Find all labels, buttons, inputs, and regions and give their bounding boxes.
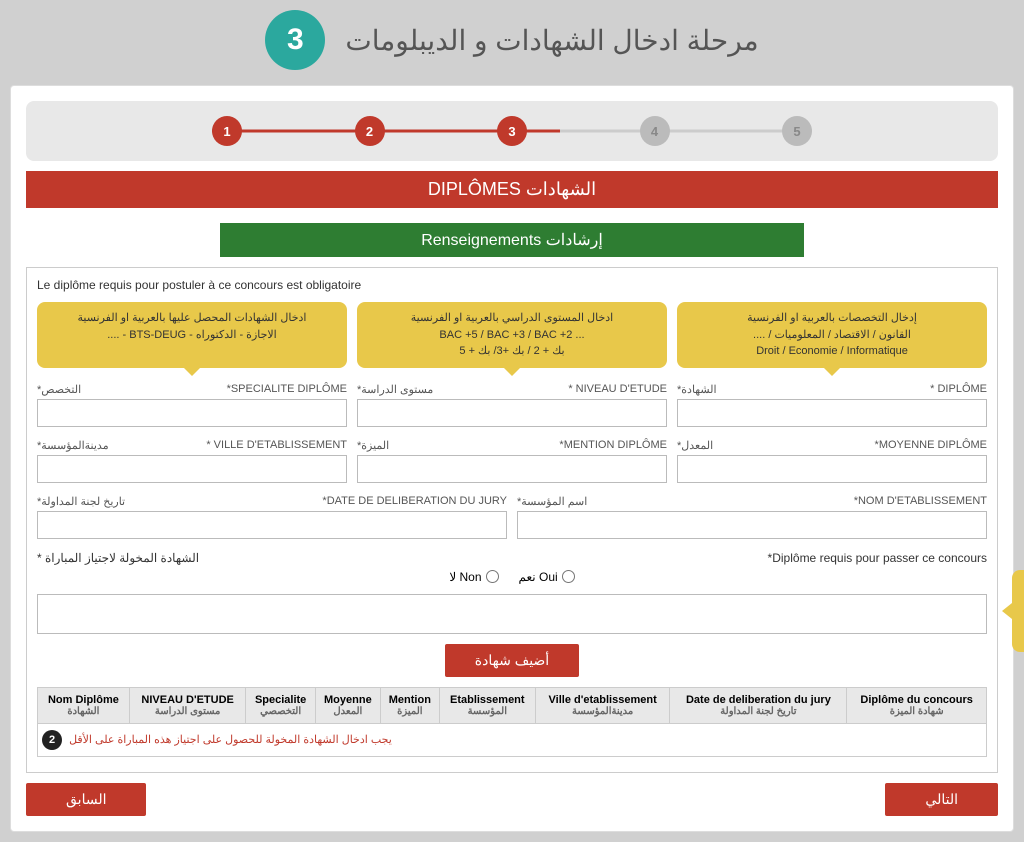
table-step-num: 2 bbox=[42, 730, 62, 750]
progress-step-5[interactable]: 5 bbox=[782, 116, 812, 146]
radio-non-input[interactable] bbox=[486, 570, 499, 583]
form-group-diplome: DIPLÔME * الشهادة* bbox=[677, 383, 987, 427]
radio-oui-label: Oui نعم bbox=[519, 570, 558, 584]
diplome-label-fr: DIPLÔME * bbox=[930, 383, 987, 396]
diplome-requis-label-fr: Diplôme requis pour passer ce concours* bbox=[768, 551, 987, 565]
ville-label-fr: VILLE D'ETABLISSEMENT * bbox=[206, 439, 347, 452]
mention-label-fr: MENTION DIPLÔME* bbox=[559, 439, 667, 452]
date-delib-label-ar: تاريخ لجنة المداولة* bbox=[37, 495, 125, 508]
date-delib-label-fr: DATE DE DELIBERATION DU JURY* bbox=[322, 495, 507, 508]
form-row-3: NOM D'ETABLISSEMENT* اسم المؤسسة* DATE D… bbox=[37, 495, 987, 539]
diplome-requis-label: Diplôme requis pour passer ce concours* … bbox=[37, 551, 987, 565]
col-specialite: Specialite التخصصي bbox=[246, 687, 315, 723]
progress-step-2[interactable]: 2 bbox=[355, 116, 385, 146]
specialite-label-fr: SPECIALITE DIPLÔME* bbox=[227, 383, 347, 396]
date-delib-input[interactable] bbox=[37, 511, 507, 539]
prev-button[interactable]: السابق bbox=[26, 783, 146, 816]
table-notice-text: يجب ادخال الشهادة المخولة للحصول على اجت… bbox=[65, 730, 396, 750]
form-row-2: MOYENNE DIPLÔME* المعدل* MENTION DIPLÔME… bbox=[37, 439, 987, 483]
moyenne-label-ar: المعدل* bbox=[677, 439, 713, 452]
mention-label: MENTION DIPLÔME* الميزة* bbox=[357, 439, 667, 452]
diplomes-table: Nom Diplôme الشهادة NIVEAU D'ETUDE مستوى… bbox=[37, 687, 987, 757]
diplome-label-ar: الشهادة* bbox=[677, 383, 717, 396]
form-group-specialite: SPECIALITE DIPLÔME* التخصص* bbox=[37, 383, 347, 427]
section-header-diplomes: الشهادات DIPLÔMES bbox=[26, 171, 998, 208]
info-text: Le diplôme requis pour postuler à ce con… bbox=[37, 278, 987, 292]
form-section: Le diplôme requis pour postuler à ce con… bbox=[26, 267, 998, 773]
page-header: مرحلة ادخال الشهادات و الديبلومات 3 bbox=[10, 10, 1014, 70]
next-button[interactable]: التالي bbox=[885, 783, 998, 816]
form-row-1: DIPLÔME * الشهادة* NIVEAU D'ETUDE * مستو… bbox=[37, 383, 987, 427]
nom-etab-input[interactable] bbox=[517, 511, 987, 539]
add-diplome-button[interactable]: أضيف شهادة bbox=[445, 644, 579, 677]
tooltip-1: ادخال الشهادات المحصل عليها بالعربية او … bbox=[37, 302, 347, 368]
form-group-ville: VILLE D'ETABLISSEMENT * مدينةالمؤسسة* bbox=[37, 439, 347, 483]
step-circle: 3 bbox=[265, 10, 325, 70]
table-notice-cell: 2 يجب ادخال الشهادة المخولة للحصول على ا… bbox=[38, 723, 987, 756]
radio-non[interactable]: Non لا bbox=[449, 570, 498, 584]
progress-container: 1 2 3 4 5 bbox=[26, 101, 998, 161]
tooltip-2: ادخال المستوى الدراسي بالعربية او الفرنس… bbox=[357, 302, 667, 368]
page-title: مرحلة ادخال الشهادات و الديبلومات bbox=[345, 24, 758, 57]
specialite-label-ar: التخصص* bbox=[37, 383, 81, 396]
progress-step-3[interactable]: 3 bbox=[497, 116, 527, 146]
radio-oui[interactable]: Oui نعم bbox=[519, 570, 575, 584]
tooltip-3-text: إدخال التخصصات بالعربية او الفرنسيةالقان… bbox=[747, 312, 917, 357]
mention-input[interactable] bbox=[357, 455, 667, 483]
diplome-requis-label-ar: الشهادة المخولة لاجتياز المباراة * bbox=[37, 551, 199, 565]
table-header-row: Nom Diplôme الشهادة NIVEAU D'ETUDE مستوى… bbox=[38, 687, 987, 723]
specialite-label: SPECIALITE DIPLÔME* التخصص* bbox=[37, 383, 347, 396]
ville-label-ar: مدينةالمؤسسة* bbox=[37, 439, 109, 452]
diplome-requis-input[interactable] bbox=[37, 594, 987, 634]
radio-group: Oui نعم Non لا bbox=[37, 570, 987, 584]
specialite-input[interactable] bbox=[37, 399, 347, 427]
niveau-input[interactable] bbox=[357, 399, 667, 427]
col-date-delib: Date de deliberation du jury تاريخ لجنة … bbox=[670, 687, 847, 723]
col-mention: Mention الميزة bbox=[380, 687, 439, 723]
progress-step-4[interactable]: 4 bbox=[640, 116, 670, 146]
progress-bar: 1 2 3 4 5 bbox=[212, 116, 812, 146]
col-niveau: NIVEAU D'ETUDE مستوى الدراسة bbox=[129, 687, 246, 723]
moyenne-input[interactable] bbox=[677, 455, 987, 483]
radio-non-label: Non لا bbox=[449, 570, 481, 584]
progress-step-1[interactable]: 1 bbox=[212, 116, 242, 146]
moyenne-label: MOYENNE DIPLÔME* المعدل* bbox=[677, 439, 987, 452]
diplome-label: DIPLÔME * الشهادة* bbox=[677, 383, 987, 396]
col-moyenne: Moyenne المعدل bbox=[315, 687, 380, 723]
form-group-niveau: NIVEAU D'ETUDE * مستوى الدراسة* bbox=[357, 383, 667, 427]
moyenne-label-fr: MOYENNE DIPLÔME* bbox=[875, 439, 987, 452]
main-container: 1 2 3 4 5 الشهادات DIPLÔMES إرشادات Rens… bbox=[10, 85, 1014, 832]
diplome-input[interactable] bbox=[677, 399, 987, 427]
tooltip-1-text: ادخال الشهادات المحصل عليها بالعربية او … bbox=[78, 312, 307, 341]
niveau-label-fr: NIVEAU D'ETUDE * bbox=[568, 383, 667, 396]
form-group-moyenne: MOYENNE DIPLÔME* المعدل* bbox=[677, 439, 987, 483]
bottom-nav: التالي السابق bbox=[26, 783, 998, 816]
tooltips-row: ادخال الشهادات المحصل عليها بالعربية او … bbox=[37, 302, 987, 368]
ville-label: VILLE D'ETABLISSEMENT * مدينةالمؤسسة* bbox=[37, 439, 347, 452]
table-notice-row: 2 يجب ادخال الشهادة المخولة للحصول على ا… bbox=[38, 723, 987, 756]
ville-input[interactable] bbox=[37, 455, 347, 483]
niveau-label-ar: مستوى الدراسة* bbox=[357, 383, 433, 396]
tooltip-2-text: ادخال المستوى الدراسي بالعربية او الفرنس… bbox=[411, 312, 613, 357]
radio-oui-input[interactable] bbox=[562, 570, 575, 583]
nom-etab-label-fr: NOM D'ETABLISSEMENT* bbox=[854, 495, 987, 508]
col-etablissement: Etablissement المؤسسة bbox=[439, 687, 535, 723]
col-nom-diplome: Nom Diplôme الشهادة bbox=[38, 687, 130, 723]
diplome-requis-section: Diplôme requis pour passer ce concours* … bbox=[37, 551, 987, 584]
date-delib-label: DATE DE DELIBERATION DU JURY* تاريخ لجنة… bbox=[37, 495, 507, 508]
sub-header-renseignements: إرشادات Renseignements bbox=[220, 223, 803, 257]
nom-etab-label-ar: اسم المؤسسة* bbox=[517, 495, 587, 508]
col-diplome-concours: Diplôme du concours شهادة الميزة bbox=[847, 687, 987, 723]
form-group-date-delib: DATE DE DELIBERATION DU JURY* تاريخ لجنة… bbox=[37, 495, 507, 539]
mention-label-ar: الميزة* bbox=[357, 439, 389, 452]
nom-etab-label: NOM D'ETABLISSEMENT* اسم المؤسسة* bbox=[517, 495, 987, 508]
niveau-label: NIVEAU D'ETUDE * مستوى الدراسة* bbox=[357, 383, 667, 396]
tooltip-3: إدخال التخصصات بالعربية او الفرنسيةالقان… bbox=[677, 302, 987, 368]
side-tooltip: 2 عند الانتهاء اضغط هنا لتضضيف الشهادة ف… bbox=[1012, 570, 1024, 652]
form-group-mention: MENTION DIPLÔME* الميزة* bbox=[357, 439, 667, 483]
col-ville: Ville d'etablissement مدينةالمؤسسة bbox=[535, 687, 670, 723]
form-group-nom-etab: NOM D'ETABLISSEMENT* اسم المؤسسة* bbox=[517, 495, 987, 539]
